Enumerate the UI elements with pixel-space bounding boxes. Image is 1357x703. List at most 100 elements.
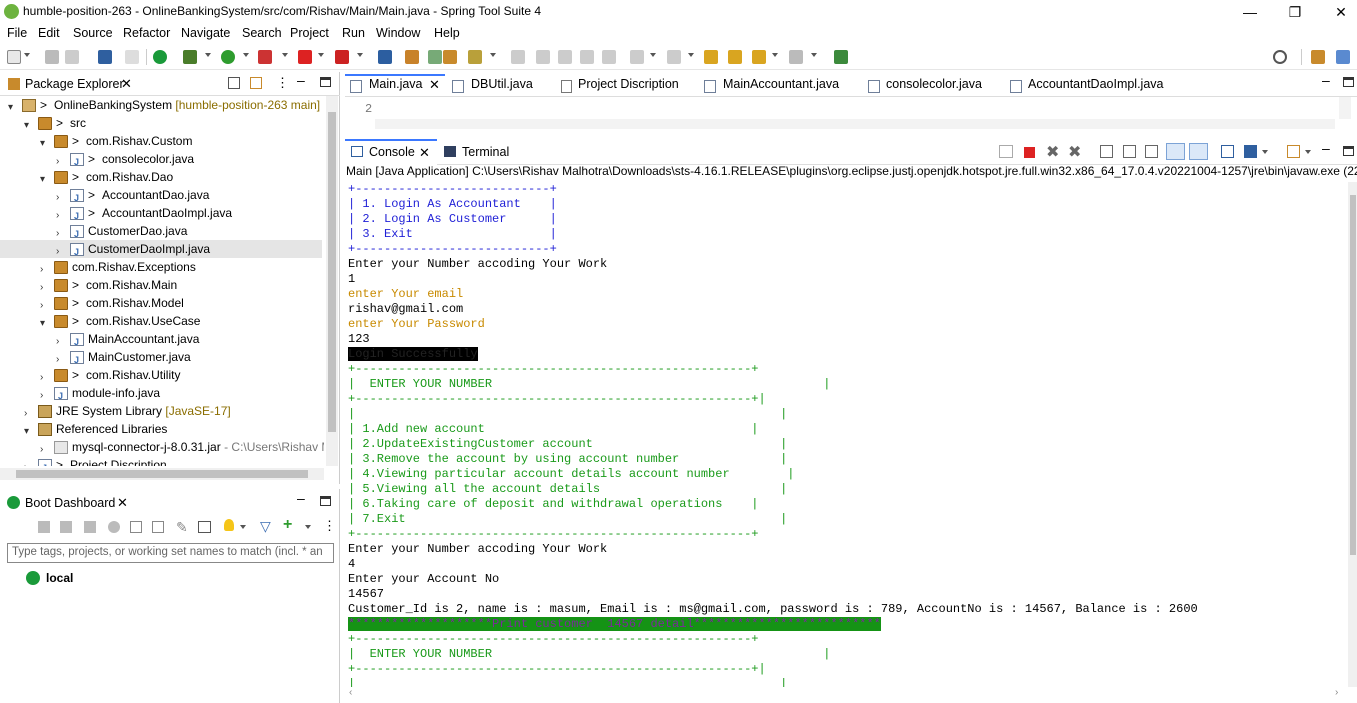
console-output[interactable]: +---------------------------+ | 1. Login … [348, 182, 1348, 687]
console-icon[interactable] [130, 521, 142, 533]
remove-all-launches-icon[interactable]: ✖ [1068, 142, 1081, 162]
tree-item[interactable]: ▾ > com.Rishav.Custom [0, 132, 322, 150]
table-icon[interactable] [198, 521, 211, 533]
close-icon[interactable]: ✕ [117, 495, 128, 511]
clear-console-icon[interactable] [1100, 145, 1113, 158]
start-icon[interactable] [38, 521, 50, 533]
boot-dashboard-filter-input[interactable]: Type tags, projects, or working set name… [7, 543, 334, 563]
window-icon[interactable] [378, 50, 392, 64]
scroll-lock-icon[interactable] [1123, 145, 1136, 158]
back-icon[interactable] [752, 50, 766, 64]
menu-navigate[interactable]: Navigate [181, 26, 230, 40]
relaunch-icon[interactable] [335, 50, 349, 64]
run-icon[interactable] [221, 50, 235, 64]
terminal-tab[interactable]: Terminal [462, 145, 509, 159]
show-on-error-icon[interactable] [1189, 143, 1208, 160]
tree-item[interactable]: ▾ > com.Rishav.UseCase [0, 312, 322, 330]
paragraph-icon[interactable] [602, 50, 616, 64]
open-perspective-icon[interactable] [1311, 50, 1325, 64]
open-browser-icon[interactable] [108, 521, 120, 533]
editor-tab-main[interactable]: Main.java [369, 77, 423, 91]
debug-icon[interactable] [183, 50, 197, 64]
minimize-button[interactable]: — [1235, 2, 1265, 22]
minimize-view-icon[interactable]: – [297, 490, 305, 506]
maximize-view-icon[interactable] [320, 496, 331, 506]
tree-item[interactable]: ▾ > com.Rishav.Dao [0, 168, 322, 186]
forward-icon[interactable] [789, 50, 803, 64]
tree-item[interactable]: ›module-info.java [0, 384, 322, 405]
tree-item[interactable]: ▾ Referenced Libraries [0, 420, 322, 438]
close-icon[interactable]: ✕ [419, 145, 430, 161]
editor-tab-project-discription[interactable]: Project Discription [578, 77, 679, 91]
search-icon[interactable] [1273, 50, 1287, 64]
tree-item[interactable]: ›MainCustomer.java [0, 348, 322, 369]
editor-vertical-scrollbar[interactable] [1339, 97, 1351, 119]
tree-item[interactable]: › mysql-connector-j-8.0.31.jar - C:\Users… [0, 438, 324, 456]
minimize-view-icon[interactable]: – [1322, 72, 1330, 88]
menu-project[interactable]: Project [290, 26, 329, 40]
save-icon[interactable] [45, 50, 59, 64]
tree-item[interactable]: ▾ > OnlineBankingSystem [humble-position-… [0, 96, 322, 114]
menu-refactor[interactable]: Refactor [123, 26, 170, 40]
open-console-icon[interactable] [1287, 145, 1300, 158]
tree-item[interactable]: ▾ > src [0, 114, 322, 132]
word-wrap-icon[interactable] [558, 50, 572, 64]
tree-vertical-scrollbar[interactable] [326, 96, 338, 466]
close-button[interactable]: ✕ [1326, 2, 1356, 22]
reload-icon[interactable] [999, 145, 1013, 158]
tree-item[interactable]: › JRE System Library [JavaSE-17] [0, 402, 322, 420]
link-with-editor-icon[interactable] [250, 77, 262, 89]
last-edit-icon[interactable] [704, 50, 718, 64]
tree-item[interactable]: › > Project Discription [0, 456, 322, 466]
tree-item[interactable]: › com.Rishav.Exceptions [0, 258, 322, 276]
menu-run[interactable]: Run [342, 26, 365, 40]
view-menu-icon[interactable]: ⋮ [276, 75, 289, 91]
menu-file[interactable]: File [7, 26, 27, 40]
menu-help[interactable]: Help [434, 26, 460, 40]
lightbulb-icon[interactable] [224, 519, 234, 531]
toggle-mark-occurrences-icon[interactable] [511, 50, 525, 64]
tree-item[interactable]: ›CustomerDaoImpl.java [0, 240, 322, 261]
toggle-block-selection-icon[interactable] [536, 50, 550, 64]
forward-edit-icon[interactable] [728, 50, 742, 64]
package-explorer-tab[interactable]: Package Explorer ✕ ⋮ – [0, 72, 340, 96]
minimize-view-icon[interactable]: – [1322, 140, 1330, 156]
collapse-all-icon[interactable] [228, 77, 240, 89]
pin-console-icon[interactable] [1221, 145, 1234, 158]
restore-button[interactable]: ❐ [1280, 2, 1310, 22]
menu-window[interactable]: Window [376, 26, 420, 40]
word-wrap-icon[interactable] [1145, 145, 1158, 158]
debug-icon[interactable] [60, 521, 72, 533]
terminate-icon[interactable] [1024, 147, 1035, 158]
close-icon[interactable]: ✕ [121, 76, 132, 92]
maximize-view-icon[interactable] [1343, 146, 1354, 156]
console-horizontal-scrollbar[interactable]: ‹ › [345, 687, 1348, 701]
show-whitespace-icon[interactable] [580, 50, 594, 64]
chevron-right-icon[interactable]: › [24, 459, 27, 466]
tree-item[interactable]: ›> AccountantDaoImpl.java [0, 204, 322, 225]
boot-dashboard-tab[interactable]: Boot Dashboard ✕ – [0, 489, 340, 515]
editor-text-area[interactable]: 2 [345, 96, 1357, 130]
previous-annotation-icon[interactable] [667, 50, 681, 64]
add-icon[interactable]: + [283, 516, 292, 534]
display-console-icon[interactable] [1244, 145, 1257, 158]
tree-item[interactable]: › > com.Rishav.Model [0, 294, 322, 312]
menu-source[interactable]: Source [73, 26, 113, 40]
menu-edit[interactable]: Edit [38, 26, 60, 40]
external-tools-icon[interactable] [258, 50, 272, 64]
terminal-icon[interactable] [98, 50, 112, 64]
filter-icon[interactable]: ▽ [260, 518, 271, 535]
remove-launch-icon[interactable]: ✖ [1046, 142, 1059, 162]
view-menu-icon[interactable]: ⋮ [323, 518, 336, 534]
java-perspective-icon[interactable] [1336, 50, 1350, 64]
boot-dashboard-icon[interactable] [153, 50, 167, 64]
console-scrollbar-thumb[interactable] [1350, 195, 1356, 555]
editor-horizontal-scrollbar[interactable] [375, 119, 1335, 129]
editor-tab-accountantdaoimpl[interactable]: AccountantDaoImpl.java [1028, 77, 1164, 91]
editor-tab-dbutil[interactable]: DBUtil.java [471, 77, 533, 91]
menu-search[interactable]: Search [242, 26, 282, 40]
show-on-output-icon[interactable] [1166, 143, 1185, 160]
tree-item[interactable]: ›> AccountantDao.java [0, 186, 322, 207]
editor-tab-mainaccountant[interactable]: MainAccountant.java [723, 77, 839, 91]
tree-item[interactable]: › > com.Rishav.Main [0, 276, 322, 294]
